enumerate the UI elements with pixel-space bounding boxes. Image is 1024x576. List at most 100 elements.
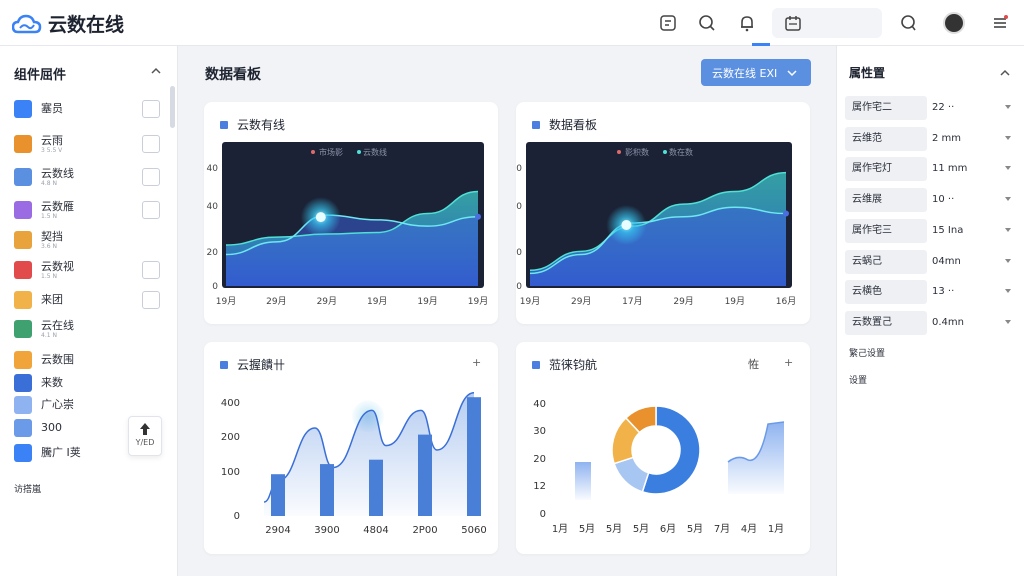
sidebar-item[interactable]: 云在线 4.1 N [14,318,164,340]
property-value[interactable]: 0.4mn [932,311,964,335]
bar [418,434,432,516]
property-panel: 属性置 属作宅二 22 ·· 云维范 2 mm 属作宅灯 11 mm 云维展 10 ·· 属作宅… [836,46,1024,576]
property-key: 属作宅灯 [845,157,927,182]
x-tick-label: 19月 [725,296,745,307]
app-grid-icon[interactable] [657,12,679,34]
small-bar [575,462,591,500]
bell-icon[interactable] [736,12,758,34]
chevron-down-icon [787,69,797,76]
sidebar-footer: 访搭嵐 [14,485,42,495]
highlight-point [621,220,632,230]
add-component-icon[interactable] [142,168,160,186]
sidebar-item-label: 云雨 [41,133,63,147]
sidebar-scrollbar[interactable] [170,86,175,128]
x-tick-label: 5060 [461,525,486,536]
legend-label: 市场影 [319,147,343,157]
property-row[interactable]: 云维范 2 mm [845,126,1017,151]
dashboard-select-button[interactable]: 云数在线 EXI [701,59,811,86]
app-logo[interactable]: 云数在线 [12,10,124,37]
legend-swatch [357,150,361,154]
component-icon [14,444,32,462]
dropdown-arrow-icon[interactable] [1005,197,1011,202]
x-tick-label: 6月 [660,523,676,535]
sidebar-title: 组件屈件 [14,68,67,83]
chevron-up-icon[interactable] [150,66,162,76]
add-component-icon[interactable] [142,291,160,309]
panel-note[interactable]: 设置 [849,373,867,386]
property-row[interactable]: 云数置己 0.4mn [845,310,1017,335]
panel-note[interactable]: 繁己设置 [849,346,885,359]
y-tick-label: 100 [221,467,240,478]
add-component-icon[interactable] [142,201,160,219]
y-tick-label: 0 [516,282,522,292]
search-icon[interactable] [696,12,718,34]
component-icon [14,396,32,414]
property-row[interactable]: 云蜗己 04mn [845,249,1017,274]
property-value[interactable]: 04mn [932,250,961,274]
property-row[interactable]: 属作宅二 22 ·· [845,96,1017,120]
x-tick-label: 29月 [673,296,693,307]
sidebar-item-label: 云在线 [41,318,74,332]
chart-card-4: 蒞徕钧航 恠 + 1月 5月 5月 5月 6月 5月 7月 4月 1月 0 12 20 30 40 [516,342,810,554]
property-value[interactable]: 22 ·· [932,96,954,120]
property-value[interactable]: 10 ·· [932,188,954,212]
x-tick-label: 19月 [367,296,387,307]
y-tick-label: 20 [533,454,546,465]
add-component-icon[interactable] [142,135,160,153]
sidebar-item[interactable]: 来数 [14,372,164,394]
search-box[interactable] [772,8,882,38]
legend-swatch [663,150,667,154]
dropdown-arrow-icon[interactable] [1005,227,1011,232]
user-avatar[interactable] [943,12,965,34]
sidebar-item[interactable]: 云数围 [14,349,164,371]
sidebar-item-label: 广心崇 [41,398,74,411]
y-tick-label: 40 [207,164,219,174]
x-tick-label: 5月 [606,523,622,535]
sidebar-item[interactable]: 契挡 3.6 N [14,229,164,251]
calendar-icon [782,12,804,34]
x-tick-label: 5月 [687,523,703,535]
add-component-icon[interactable] [142,100,160,118]
property-row[interactable]: 属作宅三 15 Ina [845,218,1017,243]
sidebar-item-sub: 1.5 N [41,272,57,280]
property-value[interactable]: 2 mm [932,127,961,151]
component-icon [14,351,32,369]
dropdown-arrow-icon[interactable] [1005,166,1011,171]
component-icon [14,261,32,279]
property-value[interactable]: 11 mm [932,157,967,181]
panel-title: 属性置 [849,66,886,80]
dropdown-arrow-icon[interactable] [1005,105,1011,109]
menu-icon[interactable] [989,12,1011,34]
x-tick-label: 19月 [417,296,437,307]
property-row[interactable]: 云维展 10 ·· [845,188,1017,213]
dropdown-arrow-icon[interactable] [1005,319,1011,324]
add-component-icon[interactable] [142,261,160,279]
bar [271,474,285,516]
x-tick-label: 19月 [468,296,488,307]
x-tick-label: 1月 [768,523,784,535]
sidebar-item-label: 来团 [41,293,63,306]
highlight-point [315,212,326,223]
sidebar-item[interactable]: 广心崇 [14,394,164,416]
chart-card-1: 云数有线 市场影 云数线 19月 29月 29月 19月 19月 19月 0 20 40 40 [204,102,498,324]
area-chart-2: 影积数 数在数 19月 29月 17月 29月 19月 16月 0 0 0 0 [516,142,796,307]
property-value[interactable]: 13 ·· [932,280,954,304]
property-row[interactable]: 云横色 13 ·· [845,280,1017,305]
upload-tooltip[interactable]: Y/ED [128,416,162,456]
property-key: 属作宅三 [845,218,927,243]
x-tick-label: 5月 [579,523,595,535]
y-tick-label: 0 [516,248,522,258]
property-row[interactable]: 属作宅灯 11 mm [845,157,1017,182]
chevron-up-icon[interactable] [999,68,1011,78]
dropdown-arrow-icon[interactable] [1005,135,1011,140]
y-tick-label: 200 [221,432,240,443]
property-value[interactable]: 15 Ina [932,219,963,243]
component-icon [14,100,32,118]
property-key: 属作宅二 [845,96,927,120]
component-icon [14,168,32,186]
dropdown-arrow-icon[interactable] [1005,258,1011,263]
dropdown-arrow-icon[interactable] [1005,289,1011,294]
chat-icon[interactable] [897,12,919,34]
x-tick-label: 17月 [622,296,642,307]
component-icon [14,320,32,338]
